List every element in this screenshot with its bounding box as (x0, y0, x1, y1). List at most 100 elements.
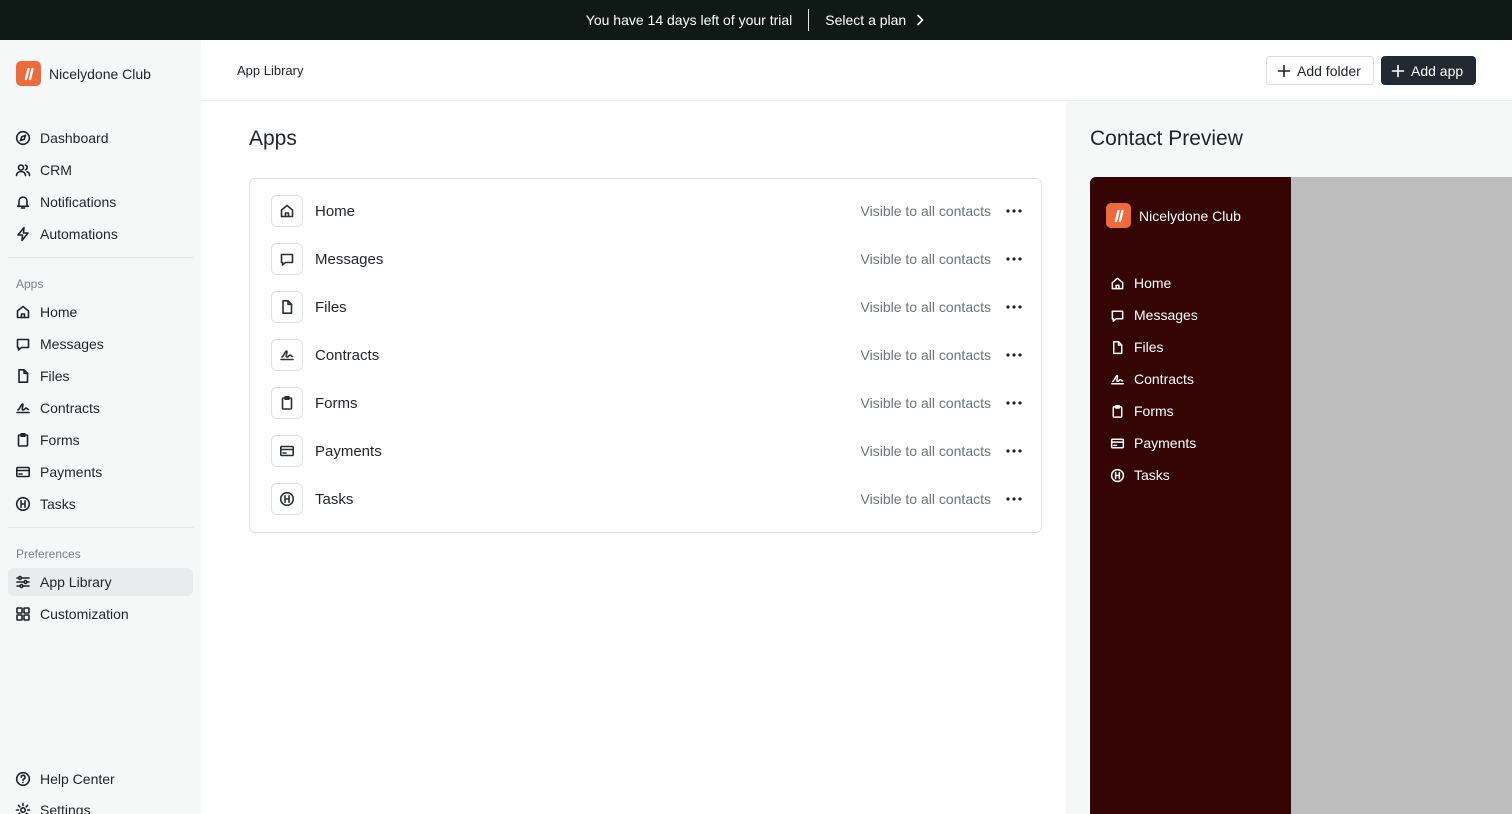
more-horizontal-icon (1006, 257, 1022, 261)
sidebar-item-notifications[interactable]: Notifications (8, 188, 193, 216)
more-options-button[interactable] (1005, 298, 1023, 316)
sidebar-item-app-library[interactable]: App Library (8, 568, 193, 596)
app-name: Tasks (315, 490, 354, 508)
logo-icon (1114, 209, 1124, 222)
app-visibility: Visible to all contacts (860, 491, 991, 507)
sidebar-item-payments[interactable]: Payments (8, 458, 193, 486)
app-name: Contracts (315, 346, 380, 364)
sidebar-item-help-center[interactable]: Help Center (8, 765, 193, 793)
app-visibility: Visible to all contacts (860, 203, 991, 219)
sidebar-item-messages[interactable]: Messages (8, 330, 193, 358)
trial-banner: You have 14 days left of your trial Sele… (0, 0, 1512, 40)
app-row-tasks[interactable]: Tasks Visible to all contacts (271, 482, 1023, 516)
sidebar-item-settings[interactable]: Settings (8, 796, 193, 814)
app-name: Messages (315, 250, 384, 268)
preview-brand: Nicelydone Club (1106, 203, 1241, 228)
app-icon-box (271, 483, 303, 515)
contact-preview-panel: Contact Preview Nicelydone Club Home Mes… (1066, 101, 1512, 814)
app-row-forms[interactable]: Forms Visible to all contacts (271, 386, 1023, 420)
compass-icon (15, 130, 31, 146)
select-plan-label: Select a plan (825, 12, 907, 28)
clipboard-icon (1112, 404, 1123, 418)
preview-item-label: Tasks (1134, 467, 1170, 483)
more-options-button[interactable] (1005, 250, 1023, 268)
sidebar-item-contracts[interactable]: Contracts (8, 394, 193, 422)
sidebar-item-automations[interactable]: Automations (8, 220, 193, 248)
home-icon (280, 204, 294, 218)
app-name: Payments (315, 442, 382, 460)
sidebar-item-label: CRM (40, 162, 72, 178)
sidebar-item-label: Payments (40, 464, 103, 480)
credit-card-icon (15, 466, 30, 478)
home-icon (16, 305, 30, 319)
preview-sidebar: Nicelydone Club Home Messages Files Cont… (1090, 177, 1291, 814)
credit-card-icon (1110, 438, 1125, 448)
home-icon (1111, 277, 1124, 289)
preview-item-label: Messages (1134, 307, 1198, 323)
sidebar-item-label: Forms (40, 432, 80, 448)
plus-icon (1391, 64, 1405, 77)
more-options-button[interactable] (1005, 346, 1023, 364)
more-options-button[interactable] (1005, 490, 1023, 508)
sidebar-item-dashboard[interactable]: Dashboard (8, 124, 193, 152)
preview-item-forms: Forms (1102, 398, 1174, 424)
app-visibility: Visible to all contacts (860, 251, 991, 267)
gear-icon (15, 802, 31, 814)
preview-item-label: Payments (1134, 435, 1197, 451)
sidebar-item-customization[interactable]: Customization (8, 600, 193, 628)
select-plan-link[interactable]: Select a plan (825, 12, 926, 28)
app-name: Home (315, 202, 356, 220)
preview-item-messages: Messages (1102, 302, 1198, 328)
sidebar-item-files[interactable]: Files (8, 362, 193, 390)
app-visibility: Visible to all contacts (860, 347, 991, 363)
app-row-files[interactable]: Files Visible to all contacts (271, 290, 1023, 324)
file-icon (282, 300, 293, 314)
more-options-button[interactable] (1005, 442, 1023, 460)
app-row-contracts[interactable]: Contracts Visible to all contacts (271, 338, 1023, 372)
tasks-icon (279, 491, 295, 507)
sidebar-item-label: Messages (40, 336, 104, 352)
preview-workspace-name: Nicelydone Club (1139, 207, 1241, 224)
banner-divider (808, 9, 810, 31)
layout-icon (16, 607, 30, 621)
section-label-apps: Apps (16, 277, 44, 291)
workspace-brand[interactable]: Nicelydone Club (16, 61, 151, 86)
sidebar-item-crm[interactable]: CRM (8, 156, 193, 184)
workspace-name: Nicelydone Club (49, 65, 151, 82)
preview-item-contracts: Contracts (1102, 366, 1194, 392)
help-icon (15, 771, 31, 787)
sidebar-divider (8, 527, 193, 528)
app-name: Forms (315, 394, 358, 412)
page-title: Apps (249, 127, 297, 150)
chevron-right-icon (917, 14, 924, 26)
brand-logo (16, 61, 41, 86)
breadcrumb: App Library (237, 63, 304, 78)
sidebar-item-label: Automations (40, 226, 118, 242)
app-row-messages[interactable]: Messages Visible to all contacts (271, 242, 1023, 276)
preview-frame: Nicelydone Club Home Messages Files Cont… (1090, 177, 1512, 814)
preview-item-label: Contracts (1134, 371, 1194, 387)
app-row-payments[interactable]: Payments Visible to all contacts (271, 434, 1023, 468)
app-row-home[interactable]: Home Visible to all contacts (271, 194, 1023, 228)
add-app-label: Add app (1411, 62, 1464, 79)
add-folder-button[interactable]: Add folder (1266, 56, 1374, 85)
sidebar-item-label: Help Center (40, 771, 115, 787)
file-icon (18, 369, 29, 383)
bolt-icon (17, 226, 29, 242)
preview-item-home: Home (1102, 270, 1171, 296)
sidebar-item-forms[interactable]: Forms (8, 426, 193, 454)
sliders-icon (16, 575, 30, 589)
preview-title: Contact Preview (1090, 127, 1243, 150)
sidebar-item-tasks[interactable]: Tasks (8, 490, 193, 518)
signature-icon (280, 350, 294, 361)
more-options-button[interactable] (1005, 202, 1023, 220)
main-content: Apps Home Visible to all contacts Messag… (201, 101, 1066, 814)
sidebar-divider (8, 257, 193, 258)
app-icon-box (271, 291, 303, 323)
more-options-button[interactable] (1005, 394, 1023, 412)
users-icon (15, 164, 31, 177)
preview-item-files: Files (1102, 334, 1164, 360)
sidebar-item-home[interactable]: Home (8, 298, 193, 326)
add-app-button[interactable]: Add app (1381, 56, 1476, 85)
apps-list: Home Visible to all contacts Messages Vi… (249, 178, 1042, 533)
